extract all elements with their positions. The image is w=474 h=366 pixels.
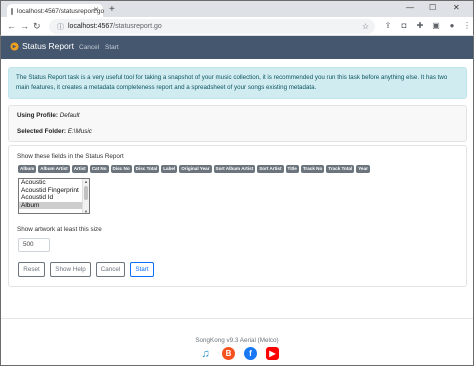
field-chip[interactable]: Original Year <box>179 165 212 173</box>
browser-toolbar: ← → ↻ ⓘ localhost:4567/statusreport.go ☆… <box>0 17 474 36</box>
camera-icon[interactable]: ◘ <box>399 21 409 31</box>
facebook-icon[interactable]: f <box>244 347 257 360</box>
music-note-icon[interactable]: ♫ <box>199 347 212 360</box>
page-icon <box>11 7 13 15</box>
youtube-icon[interactable]: ▶ <box>266 347 279 360</box>
brand-title: Status Report <box>22 41 74 51</box>
fields-listbox[interactable]: Acoustic Acoustid Fingerprint Acoustid I… <box>18 178 90 214</box>
field-chip[interactable]: Sort Album Artist <box>213 165 256 173</box>
info-icon[interactable]: ⓘ <box>57 22 64 32</box>
reload-icon[interactable]: ↻ <box>33 20 41 32</box>
listbox-option[interactable]: Acoustic <box>19 179 89 187</box>
songkong-logo-icon <box>10 41 19 51</box>
close-tab-icon[interactable]: ✕ <box>93 6 99 14</box>
reset-button[interactable]: Reset <box>18 262 45 277</box>
field-chip[interactable]: Track No <box>300 165 325 173</box>
field-chip[interactable]: Album Artist <box>38 165 70 173</box>
listbox-option-selected[interactable]: Album <box>19 201 89 210</box>
field-chip[interactable]: Disc No <box>110 165 132 173</box>
browser-tabstrip: localhost:4567/statusreport.go ✕ + — ☐ ✕ <box>0 0 474 18</box>
selected-fields: Album Album Artist Artist Cat No Disc No… <box>18 165 458 173</box>
menu-kebab-icon[interactable]: ⋮ <box>462 21 472 31</box>
profile-icon[interactable]: ● <box>447 21 457 31</box>
folder-line: Selected Folder: E:\Music <box>17 128 92 135</box>
folder-value: E:\Music <box>67 128 92 135</box>
start-button[interactable]: Start <box>130 262 154 277</box>
profile-value: Default <box>59 112 80 119</box>
artwork-size-input[interactable]: 500 <box>18 238 50 252</box>
url-input[interactable]: ⓘ localhost:4567/statusreport.go ☆ <box>49 19 375 34</box>
field-chip[interactable]: Disc Total <box>133 165 160 173</box>
tab-title: localhost:4567/statusreport.go <box>17 7 105 15</box>
forward-arrow-icon[interactable]: → <box>20 20 29 32</box>
browser-tab[interactable]: localhost:4567/statusreport.go ✕ <box>7 4 105 18</box>
listbox-option[interactable]: Acoustid Id <box>19 194 89 202</box>
sidebar-icon[interactable]: ▣ <box>431 21 441 31</box>
field-chip[interactable]: Album <box>18 165 37 173</box>
back-arrow-icon[interactable]: ← <box>7 20 16 32</box>
main-content: The Status Report task is a very useful … <box>0 59 474 366</box>
url-host: localhost:4567 <box>68 23 114 30</box>
field-chip[interactable]: Title <box>285 165 299 173</box>
nav-start-link[interactable]: Start <box>105 44 119 51</box>
brand[interactable]: Status Report <box>10 41 74 51</box>
maximize-icon[interactable]: ☐ <box>429 3 436 12</box>
scroll-down-icon[interactable]: ▼ <box>84 209 88 213</box>
app-navbar: Status Report Cancel Start <box>0 36 474 59</box>
scrollbar-thumb[interactable] <box>84 186 88 200</box>
cancel-button[interactable]: Cancel <box>96 262 125 277</box>
listbox-scrollbar[interactable]: ▲ ▼ <box>82 179 89 213</box>
field-chip[interactable]: Cat No <box>89 165 109 173</box>
listbox-option[interactable]: Acoustid Fingerprint <box>19 187 89 195</box>
profile-panel: Using Profile: Default Selected Folder: … <box>8 105 467 142</box>
profile-label: Using Profile: <box>17 112 58 119</box>
close-window-icon[interactable]: ✕ <box>453 3 460 12</box>
share-icon[interactable]: ⇪ <box>383 21 393 31</box>
footer-version: SongKong v9.3 Aerial (Melco) <box>195 337 279 344</box>
show-help-button[interactable]: Show Help <box>50 262 91 277</box>
fields-panel: Show these fields in the Status Report A… <box>8 145 467 287</box>
field-chip[interactable]: Year <box>356 165 370 173</box>
bookmark-star-icon[interactable]: ☆ <box>362 22 369 31</box>
nav-cancel-link[interactable]: Cancel <box>79 44 99 51</box>
extensions-icon[interactable]: ✚ <box>415 21 425 31</box>
footer-divider <box>1 318 473 319</box>
fields-title: Show these fields in the Status Report <box>17 153 124 160</box>
info-alert: The Status Report task is a very useful … <box>8 67 467 99</box>
blogger-icon[interactable]: B <box>222 347 235 360</box>
field-chip[interactable]: Artist <box>71 165 88 173</box>
new-tab-button[interactable]: + <box>109 4 115 16</box>
field-chip[interactable]: Sort Artist <box>257 165 284 173</box>
url-path: /statusreport.go <box>113 23 162 30</box>
field-chip[interactable]: Label <box>161 165 178 173</box>
artwork-label: Show artwork at least this size <box>17 226 102 233</box>
minimize-icon[interactable]: — <box>406 3 414 12</box>
profile-line: Using Profile: Default <box>17 112 80 119</box>
scroll-up-icon[interactable]: ▲ <box>84 179 88 184</box>
field-chip[interactable]: Track Total <box>326 165 355 173</box>
folder-label: Selected Folder: <box>17 128 66 135</box>
